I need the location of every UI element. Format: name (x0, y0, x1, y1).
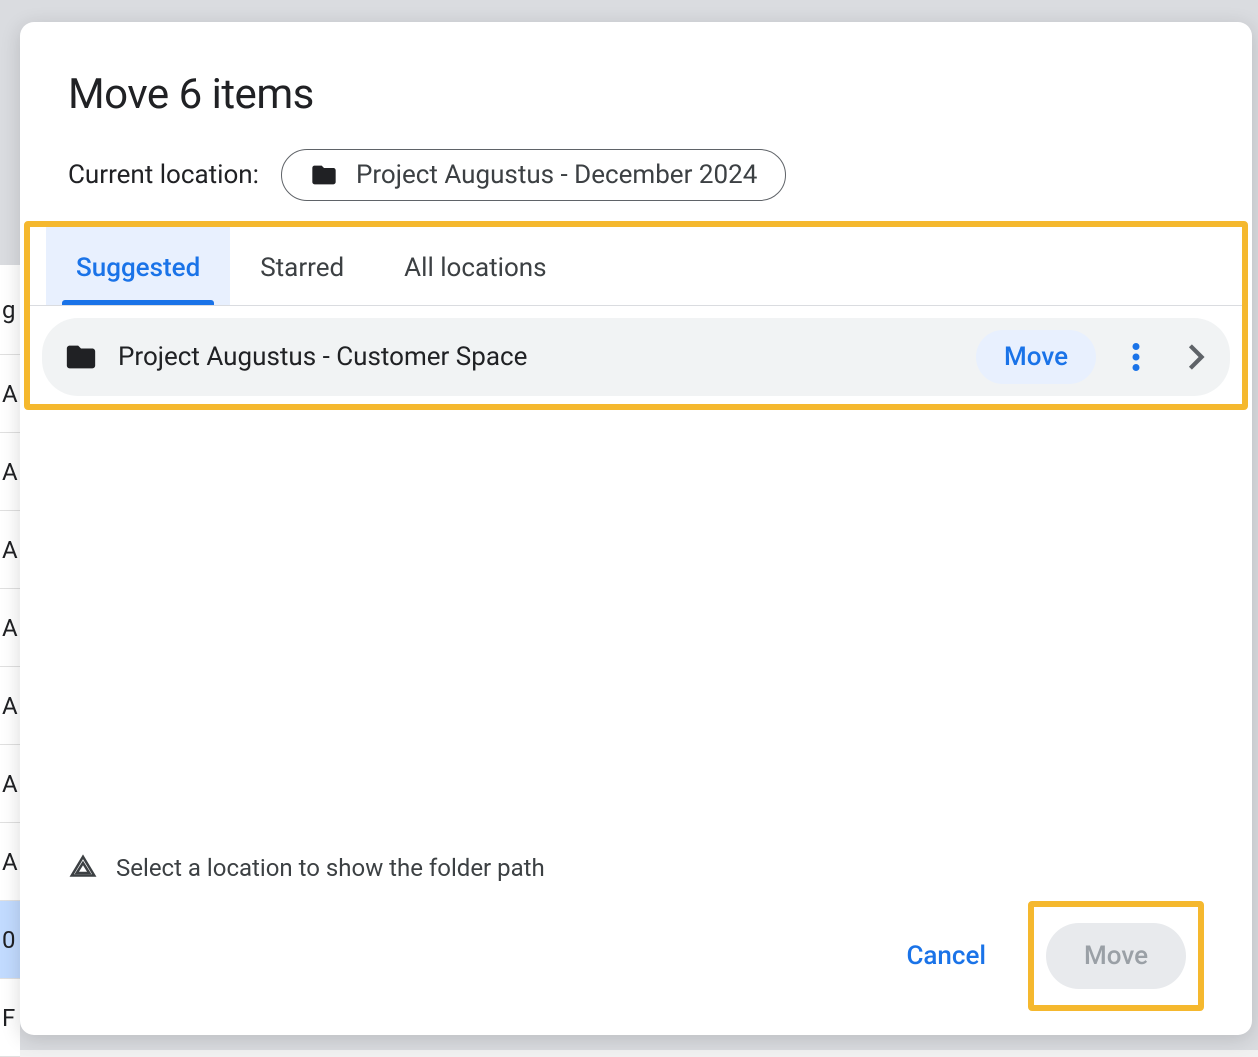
current-location-row: Current location: Project Augustus - Dec… (68, 149, 1204, 201)
dialog-actions: Cancel Move (20, 883, 1252, 1035)
move-button-highlight: Move (1028, 901, 1204, 1011)
bg-cell: A (0, 511, 20, 589)
bg-cell: A (0, 589, 20, 667)
folder-icon (64, 340, 98, 374)
folder-path-hint: Select a location to show the folder pat… (20, 853, 1252, 883)
folder-name: Project Augustus - Customer Space (118, 342, 956, 372)
tab-suggested[interactable]: Suggested (46, 227, 230, 305)
move-button[interactable]: Move (1046, 923, 1186, 989)
location-tabs: Suggested Starred All locations (30, 227, 1242, 306)
dialog-body (20, 410, 1252, 853)
current-location-label: Current location: (68, 160, 259, 190)
background-spreadsheet: g A A A A A A A 0 F (0, 265, 20, 1057)
suggested-highlight: Suggested Starred All locations Project … (24, 221, 1248, 410)
bg-cell: A (0, 355, 20, 433)
move-dialog: Move 6 items Current location: Project A… (20, 22, 1252, 1035)
folder-icon (310, 161, 338, 189)
bg-cell: A (0, 823, 20, 901)
bg-cell: F (0, 979, 20, 1057)
bg-cell: A (0, 667, 20, 745)
cancel-button[interactable]: Cancel (888, 927, 1004, 985)
dialog-header: Move 6 items Current location: Project A… (20, 22, 1252, 221)
tab-all-locations[interactable]: All locations (374, 227, 576, 305)
bg-cell: A (0, 745, 20, 823)
drive-icon (68, 853, 98, 883)
bg-cell: A (0, 433, 20, 511)
move-here-button[interactable]: Move (976, 330, 1096, 384)
current-location-chip[interactable]: Project Augustus - December 2024 (281, 149, 786, 201)
dialog-title: Move 6 items (68, 70, 1204, 119)
current-location-name: Project Augustus - December 2024 (356, 160, 757, 190)
more-options-icon[interactable] (1116, 337, 1156, 377)
folder-row[interactable]: Project Augustus - Customer Space Move (42, 318, 1230, 396)
bg-cell: g (0, 265, 20, 355)
bg-cell: 0 (0, 901, 20, 979)
folder-path-text: Select a location to show the folder pat… (116, 854, 545, 882)
tab-starred[interactable]: Starred (230, 227, 374, 305)
chevron-right-icon[interactable] (1176, 337, 1216, 377)
